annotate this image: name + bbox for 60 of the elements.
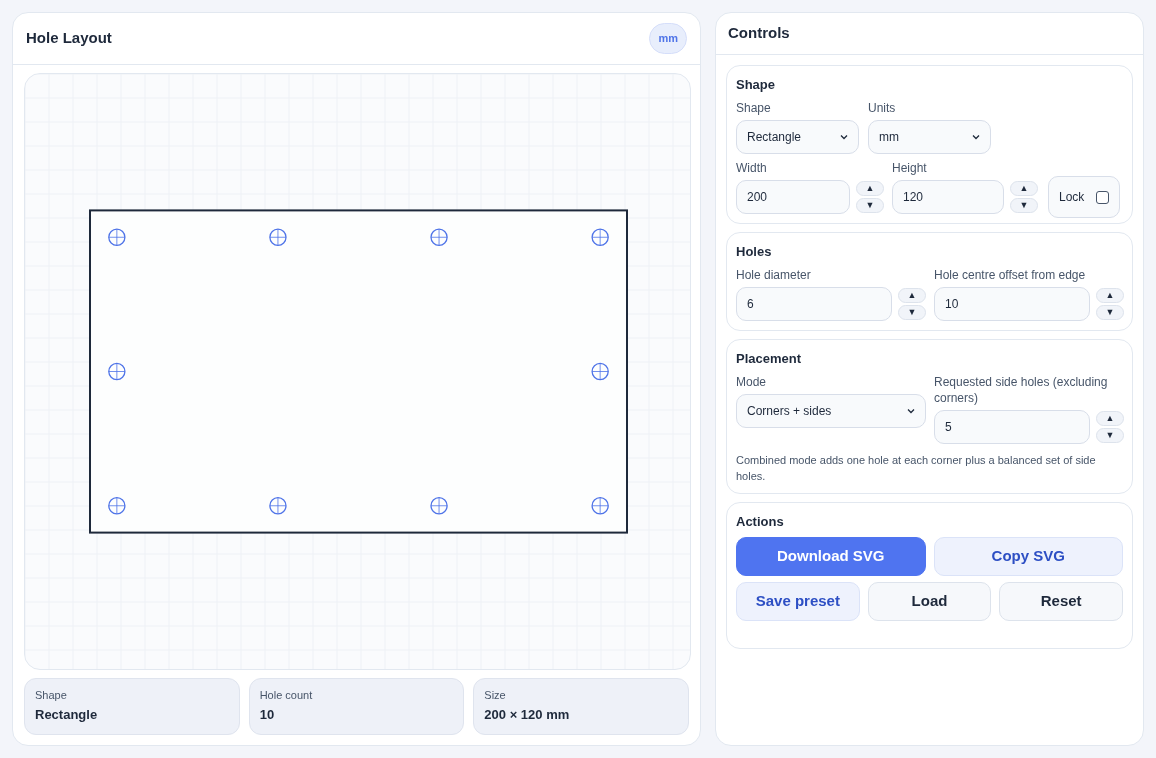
lock-checkbox[interactable] xyxy=(1096,190,1110,204)
hole-marker xyxy=(591,497,609,515)
decrement-button[interactable]: ▼ xyxy=(856,198,884,213)
section-title: Holes xyxy=(736,243,773,261)
field-label: Height xyxy=(892,160,928,176)
action-button[interactable]: Reset xyxy=(999,582,1123,621)
select-field[interactable]: Rectangle xyxy=(736,120,859,154)
lock-toggle[interactable]: Lock xyxy=(1048,176,1121,218)
number-field[interactable]: 5 xyxy=(934,410,1090,444)
summary-value: 200 × 120 mm xyxy=(484,707,571,723)
action-button[interactable]: Copy SVG xyxy=(933,537,1123,576)
field-label: Hole diameter xyxy=(736,267,812,283)
chevron-down-icon xyxy=(972,134,980,140)
summary-value: Rectangle xyxy=(35,707,99,723)
decrement-button[interactable]: ▼ xyxy=(1096,305,1124,320)
unit-badge: mm xyxy=(649,23,687,54)
section-title: Placement xyxy=(736,350,803,368)
panel-title: Controls xyxy=(728,23,790,44)
increment-button[interactable]: ▲ xyxy=(1010,181,1038,196)
summary-value: 10 xyxy=(259,707,276,723)
field-label: Hole centre offset from edge xyxy=(934,267,1087,283)
hole-marker xyxy=(591,228,609,246)
number-field[interactable]: 6 xyxy=(736,287,892,321)
summary-label: Size xyxy=(484,689,507,701)
hole-marker xyxy=(108,362,126,381)
number-field[interactable]: 200 xyxy=(736,180,850,214)
action-button[interactable]: Download SVG xyxy=(736,537,926,576)
hole-marker xyxy=(430,497,448,515)
summary-label: Shape xyxy=(35,689,68,701)
section-title: Shape xyxy=(736,76,776,94)
panel-title: Hole Layout xyxy=(26,28,112,49)
decrement-button[interactable]: ▼ xyxy=(1096,428,1124,443)
chevron-down-icon xyxy=(840,134,848,140)
section-title: Actions xyxy=(736,513,785,531)
hole-marker xyxy=(108,497,126,515)
action-button[interactable]: Load xyxy=(867,582,992,621)
field-label: Shape xyxy=(736,100,772,116)
field-label: Width xyxy=(736,160,768,176)
hole-marker xyxy=(430,228,448,246)
select-field[interactable]: Corners + sides xyxy=(736,394,926,428)
field-label: Mode xyxy=(736,374,768,390)
chevron-down-icon xyxy=(907,408,915,414)
decrement-button[interactable]: ▼ xyxy=(898,305,926,320)
field-label: Units xyxy=(868,100,897,116)
increment-button[interactable]: ▲ xyxy=(856,181,884,196)
summary-label: Hole count xyxy=(259,689,314,701)
increment-button[interactable]: ▲ xyxy=(898,288,926,303)
hole-marker xyxy=(269,497,287,515)
field-label: Requested side holes (excluding corners) xyxy=(934,374,1109,406)
number-field[interactable]: 10 xyxy=(934,287,1090,321)
number-field[interactable]: 120 xyxy=(892,180,1004,214)
increment-button[interactable]: ▲ xyxy=(1096,411,1124,426)
help-text: Combined mode adds one hole at each corner plus a balanced set of side holes. xyxy=(736,453,1097,484)
action-button[interactable]: Save preset xyxy=(736,582,860,621)
decrement-button[interactable]: ▼ xyxy=(1010,198,1038,213)
select-field[interactable]: mm xyxy=(868,120,991,154)
hole-marker xyxy=(591,362,609,381)
hole-marker xyxy=(108,228,126,246)
increment-button[interactable]: ▲ xyxy=(1096,288,1124,303)
hole-marker xyxy=(269,228,287,246)
